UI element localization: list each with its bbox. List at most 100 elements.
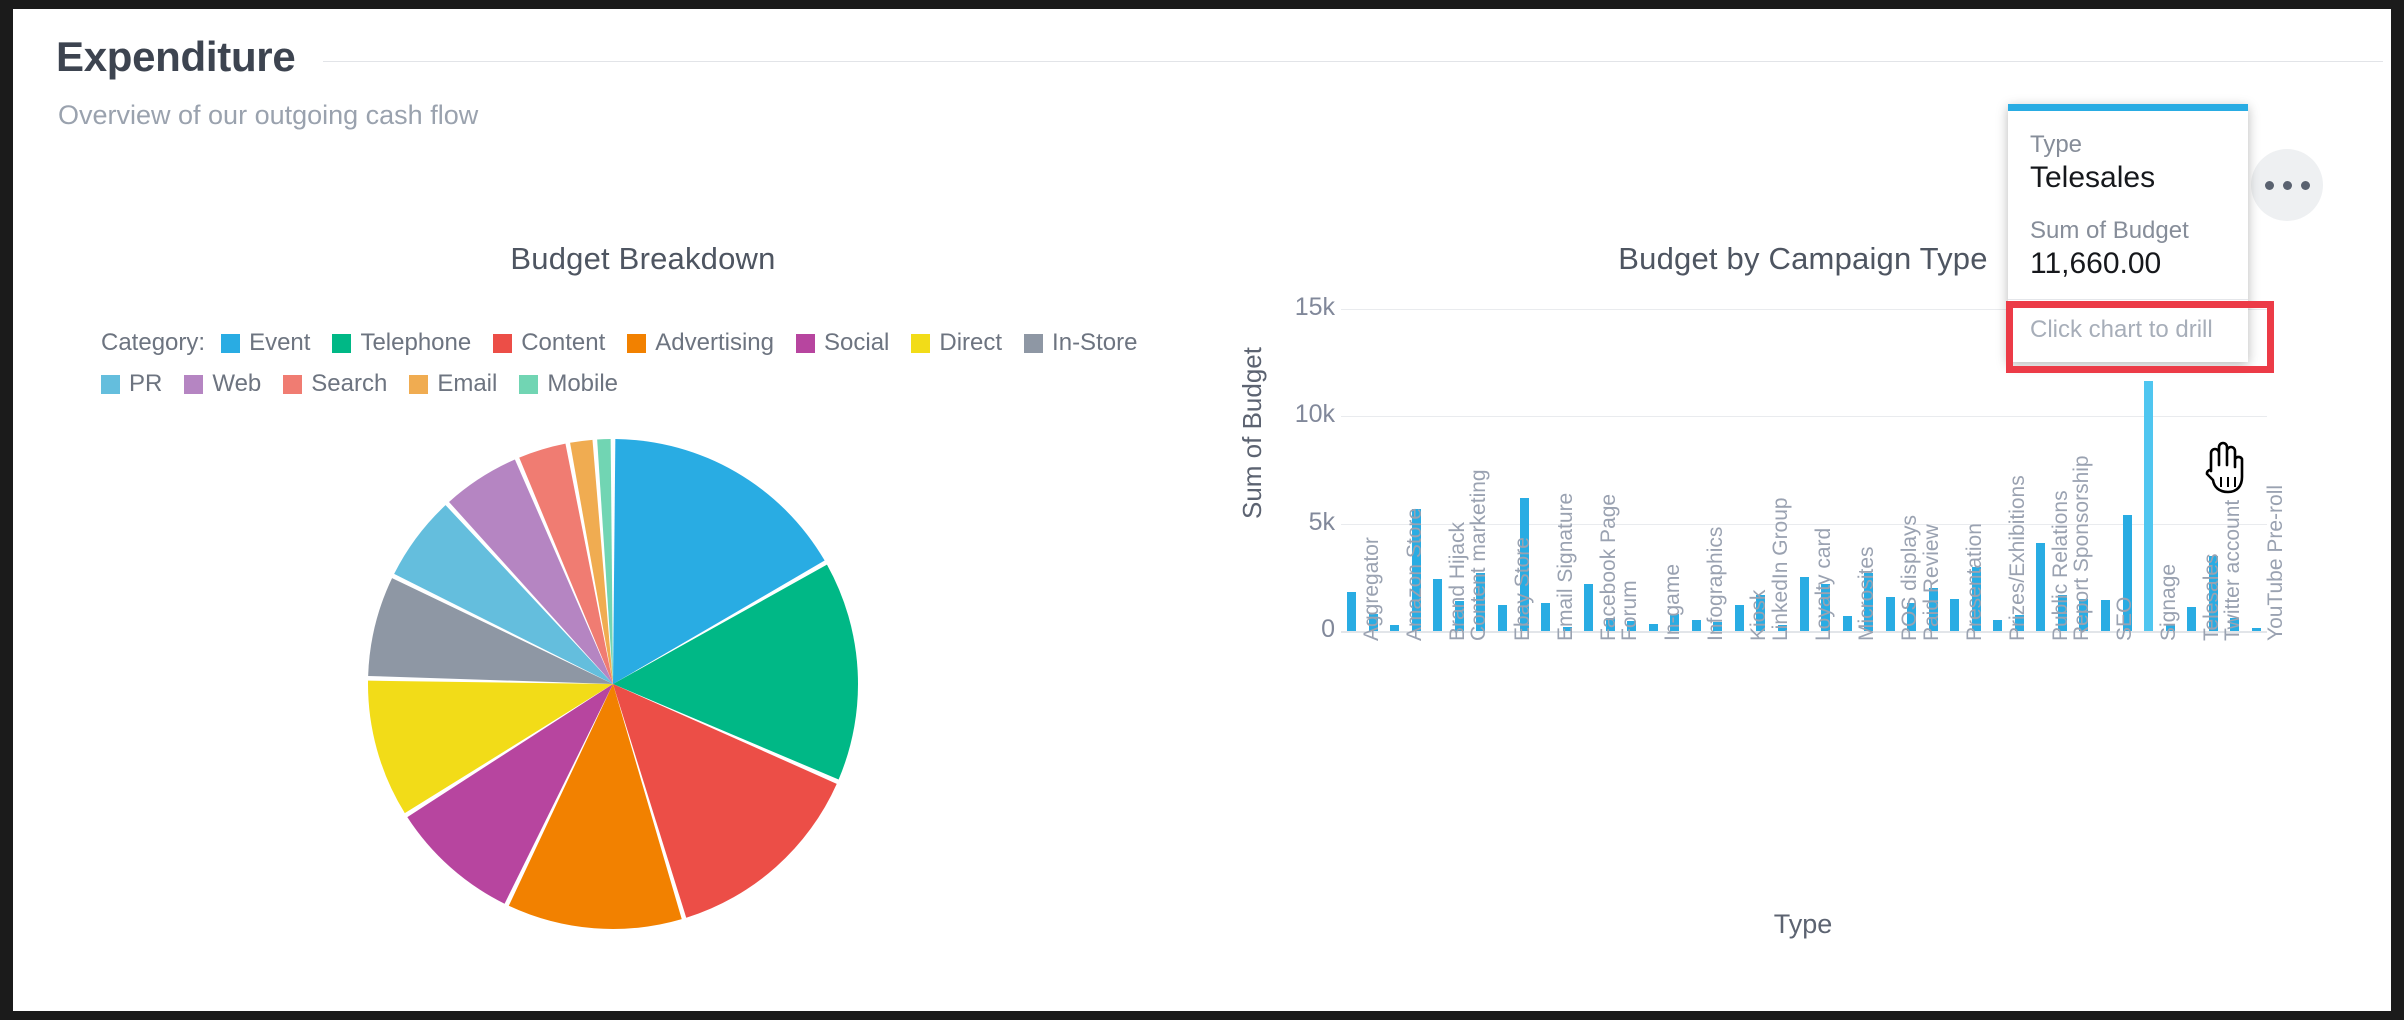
x-tick-label: Twitter account xyxy=(2221,500,2245,641)
legend-item-label: Content xyxy=(521,329,605,357)
x-tick-label: Amazon Store xyxy=(1403,508,1427,641)
bar-chart[interactable]: Sum of Budget 05k10k15k AggregatorAmazon… xyxy=(1253,309,2353,979)
legend-swatch-icon xyxy=(493,334,512,353)
tooltip-value-budget: 11,660.00 xyxy=(2030,247,2226,281)
legend-category-label: Category: xyxy=(101,329,205,357)
tooltip-key-budget: Sum of Budget xyxy=(2030,217,2226,245)
hand-pointer-cursor xyxy=(2201,441,2247,495)
legend-swatch-icon xyxy=(332,334,351,353)
tooltip-value-type: Telesales xyxy=(2030,161,2226,195)
x-tick-label: Forum xyxy=(1618,580,1642,641)
legend-swatch-icon xyxy=(1024,334,1043,353)
dashboard-frame: Expenditure Overview of our outgoing cas… xyxy=(13,9,2391,1011)
legend-swatch-icon xyxy=(221,334,240,353)
legend-item-label: Web xyxy=(212,370,261,398)
legend-item-label: Advertising xyxy=(655,329,774,357)
legend-item-direct[interactable]: Direct xyxy=(911,329,1002,357)
page-subtitle: Overview of our outgoing cash flow xyxy=(58,100,478,131)
chart-tooltip: Type Telesales Sum of Budget 11,660.00 C… xyxy=(2008,104,2248,362)
bar[interactable] xyxy=(1649,624,1658,632)
bar[interactable] xyxy=(2101,600,2110,631)
pie-chart[interactable] xyxy=(53,434,1233,954)
x-tick-label: In-game xyxy=(1661,564,1685,641)
x-tick-label: YouTube Pre-roll xyxy=(2264,485,2288,641)
x-tick-label: Infographics xyxy=(1704,527,1728,641)
pie-chart-svg[interactable] xyxy=(363,434,923,934)
pie-legend: Category: Event Telephone Content Advertisi… xyxy=(101,329,1201,398)
bar[interactable] xyxy=(2036,543,2045,631)
budget-breakdown-panel: Budget Breakdown Category: Event Telephon… xyxy=(53,189,1233,979)
bar[interactable] xyxy=(1692,620,1701,631)
legend-item-social[interactable]: Social xyxy=(796,329,889,357)
legend-item-mobile[interactable]: Mobile xyxy=(519,370,618,398)
bar[interactable] xyxy=(1498,605,1507,631)
x-tick-label: SEO xyxy=(2113,597,2137,641)
x-tick-label: Aggregator xyxy=(1360,537,1384,641)
x-tick-label: Ebay Store xyxy=(1511,537,1535,641)
title-divider xyxy=(323,61,2383,62)
bar[interactable] xyxy=(2187,607,2196,631)
legend-swatch-icon xyxy=(184,375,203,394)
x-tick-label: LinkedIn Group xyxy=(1769,497,1793,641)
bar[interactable] xyxy=(1843,616,1852,631)
bar[interactable] xyxy=(1433,579,1442,631)
tooltip-drill-hint[interactable]: Click chart to drill xyxy=(2008,299,2248,362)
y-tick-label: 5k xyxy=(1255,508,1335,537)
bar[interactable] xyxy=(1800,577,1809,631)
legend-swatch-icon xyxy=(911,334,930,353)
legend-swatch-icon xyxy=(409,375,428,394)
legend-item-telephone[interactable]: Telephone xyxy=(332,329,471,357)
legend-item-search[interactable]: Search xyxy=(283,370,387,398)
bar[interactable] xyxy=(1886,597,1895,631)
legend-item-label: Mobile xyxy=(547,370,618,398)
legend-item-pr[interactable]: PR xyxy=(101,370,162,398)
legend-item-label: PR xyxy=(129,370,162,398)
tooltip-body: Type Telesales Sum of Budget 11,660.00 xyxy=(2008,111,2248,299)
bar[interactable] xyxy=(1950,599,1959,631)
legend-item-email[interactable]: Email xyxy=(409,370,497,398)
legend-item-advertising[interactable]: Advertising xyxy=(627,329,774,357)
bar[interactable] xyxy=(1541,603,1550,631)
x-tick-label: POS displays xyxy=(1898,515,1922,641)
x-tick-label: Prizes/Exhibitions xyxy=(2006,475,2030,641)
x-tick-label: Loyalty card xyxy=(1812,528,1836,641)
legend-swatch-icon xyxy=(796,334,815,353)
legend-item-event[interactable]: Event xyxy=(221,329,310,357)
x-tick-label: Report Sponsorship xyxy=(2070,455,2094,641)
legend-swatch-icon xyxy=(101,375,120,394)
pie-chart-title: Budget Breakdown xyxy=(53,241,1233,277)
legend-item-web[interactable]: Web xyxy=(184,370,261,398)
bar[interactable] xyxy=(1347,592,1356,631)
tooltip-key-type: Type xyxy=(2030,131,2226,159)
y-tick-label: 0 xyxy=(1255,615,1335,644)
x-tick-label: Presentation xyxy=(1963,523,1987,641)
x-tick-label: Signage xyxy=(2157,564,2181,641)
x-tick-label: Microsites xyxy=(1855,546,1879,641)
legend-item-content[interactable]: Content xyxy=(493,329,605,357)
legend-item-label: In-Store xyxy=(1052,329,1137,357)
legend-item-label: Social xyxy=(824,329,889,357)
legend-item-label: Email xyxy=(437,370,497,398)
legend-swatch-icon xyxy=(627,334,646,353)
legend-item-in-store[interactable]: In-Store xyxy=(1024,329,1137,357)
y-tick-label: 15k xyxy=(1255,293,1335,322)
x-tick-label: Content marketing xyxy=(1467,469,1491,641)
bar[interactable] xyxy=(1993,620,2002,631)
bar[interactable] xyxy=(2144,381,2153,631)
legend-swatch-icon xyxy=(519,375,538,394)
page-title: Expenditure xyxy=(56,33,295,81)
x-tick-label: Paid Review xyxy=(1920,524,1944,641)
x-axis-ticks: AggregatorAmazon StoreBrand HijackConten… xyxy=(1341,641,2267,881)
y-tick-label: 10k xyxy=(1255,400,1335,429)
y-axis-title: Sum of Budget xyxy=(1237,347,1268,519)
bar[interactable] xyxy=(1735,605,1744,631)
x-axis-title: Type xyxy=(1253,909,2353,940)
bar[interactable] xyxy=(1584,584,1593,631)
x-tick-label: Kiosk xyxy=(1747,590,1771,641)
legend-swatch-icon xyxy=(283,375,302,394)
legend-item-label: Event xyxy=(249,329,310,357)
x-tick-label: Email Signature xyxy=(1554,493,1578,641)
legend-item-label: Telephone xyxy=(360,329,471,357)
legend-item-label: Direct xyxy=(939,329,1002,357)
legend-item-label: Search xyxy=(311,370,387,398)
